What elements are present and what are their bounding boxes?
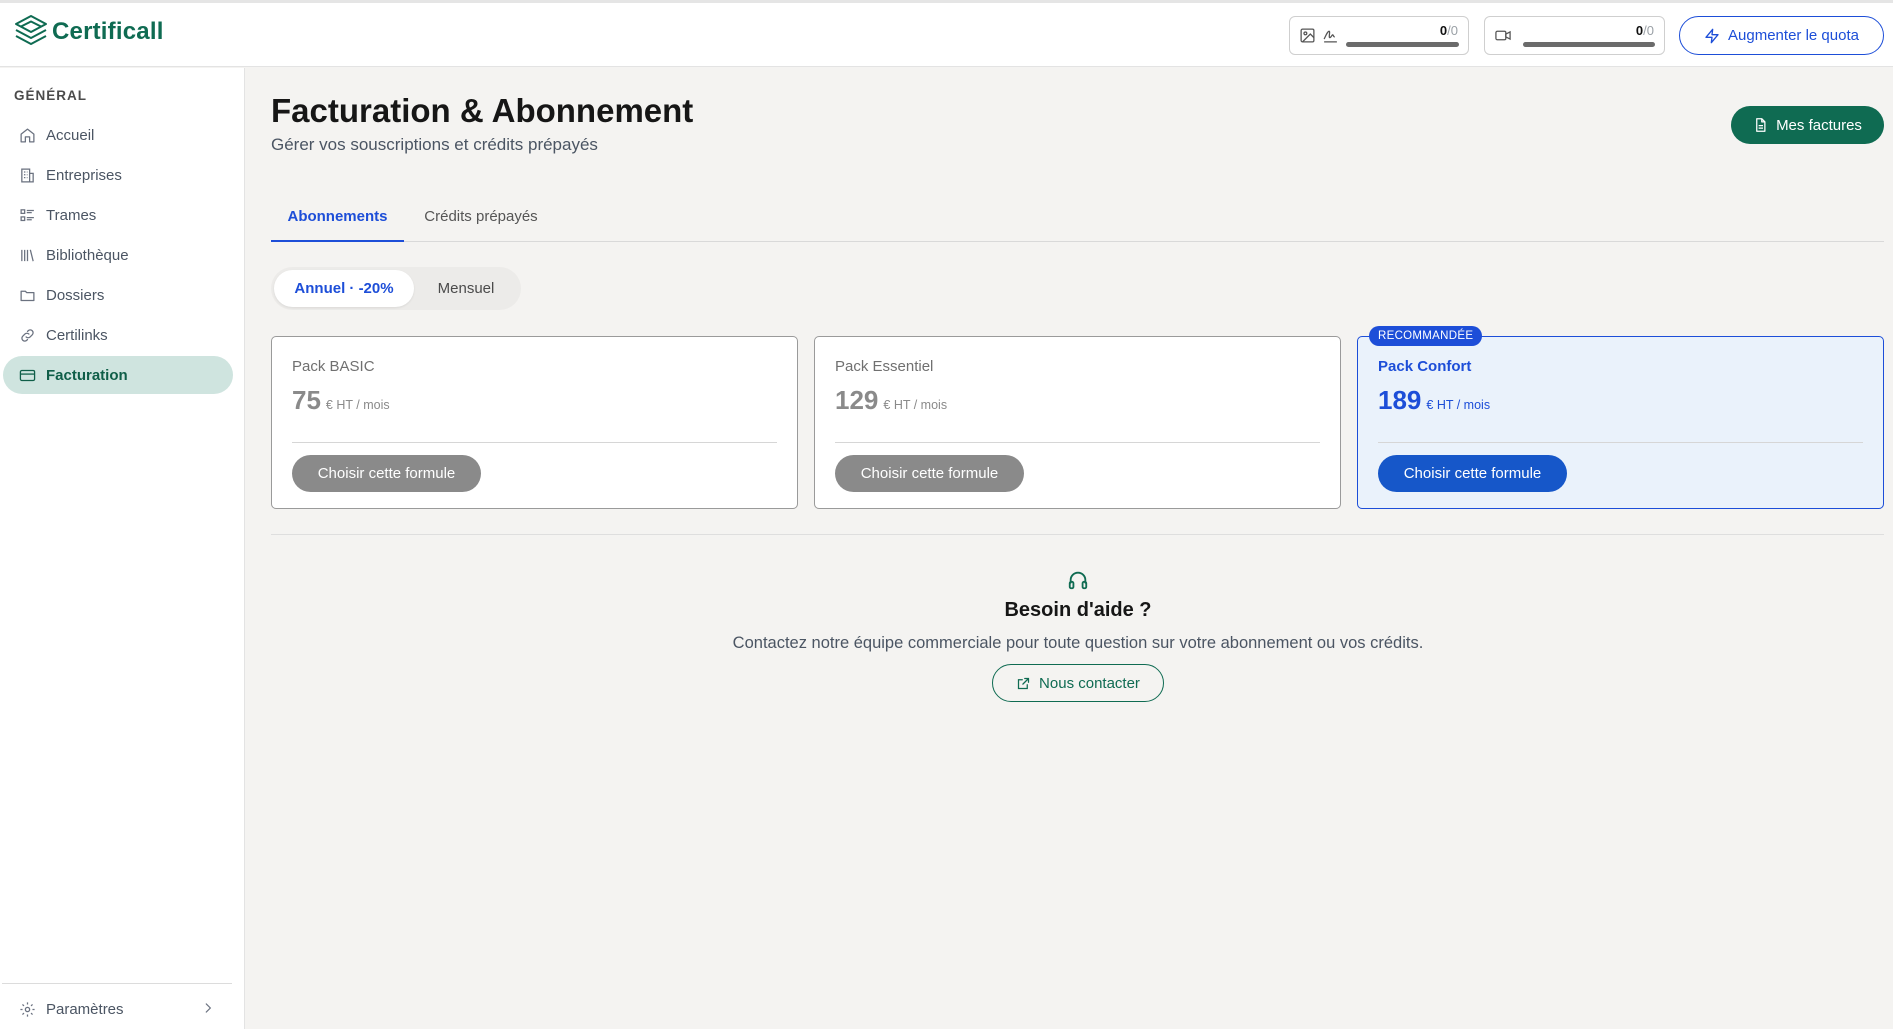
gear-icon [20, 1001, 35, 1017]
choose-plan-button[interactable]: Choisir cette formule [835, 455, 1024, 492]
plan-name: Pack BASIC [292, 358, 375, 375]
tab-abonnements[interactable]: Abonnements [271, 205, 404, 242]
certificall-logo-icon [15, 15, 47, 45]
sidebar-item-certilinks[interactable]: Certilinks [3, 316, 233, 354]
increase-quota-button[interactable]: Augmenter le quota [1679, 16, 1884, 55]
sidebar-item-label: Certilinks [46, 326, 108, 344]
my-invoices-label: Mes factures [1776, 116, 1862, 134]
home-icon [20, 127, 35, 143]
sidebar-section-label: GÉNÉRAL [14, 88, 88, 103]
external-link-icon [1017, 677, 1030, 689]
sidebar-item-dossiers[interactable]: Dossiers [3, 276, 233, 314]
credit-card-icon [19, 369, 36, 381]
document-icon [1756, 118, 1766, 132]
plan-price-unit: € HT / mois [883, 398, 948, 412]
list-icon [20, 208, 34, 221]
billing-period-toggle: Annuel · -20% Mensuel [271, 267, 521, 310]
contact-us-label: Nous contacter [1039, 674, 1140, 692]
image-icon [1300, 28, 1315, 43]
choose-plan-button[interactable]: Choisir cette formule [1378, 455, 1567, 492]
plan-price-unit: € HT / mois [325, 398, 390, 412]
contact-us-button[interactable]: Nous contacter [992, 664, 1164, 702]
toggle-monthly[interactable]: Mensuel [416, 270, 516, 307]
video-quota-value: 0/0 [1635, 23, 1654, 38]
signature-icon [1323, 30, 1337, 43]
sidebar-item-label: Bibliothèque [46, 246, 129, 264]
video-quota: 0/0 [1484, 16, 1665, 55]
plan-divider [1378, 442, 1863, 443]
increase-quota-label: Augmenter le quota [1728, 27, 1859, 44]
sidebar-item-label: Trames [46, 206, 97, 224]
sidebar-item-label: Entreprises [46, 166, 122, 184]
plan-price: 129 € HT / mois [835, 385, 947, 416]
page-subtitle: Gérer vos souscriptions et crédits prépa… [271, 135, 598, 154]
sidebar-divider [2, 983, 232, 984]
choose-plan-button[interactable]: Choisir cette formule [292, 455, 481, 492]
logo[interactable]: Certificall [14, 14, 164, 50]
help-text: Contactez notre équipe commerciale pour … [732, 634, 1424, 652]
plan-divider [292, 442, 777, 443]
plan-price: 189 € HT / mois [1378, 385, 1490, 416]
plan-price-unit: € HT / mois [1426, 398, 1491, 412]
plan-price-amount: 129 [835, 385, 879, 415]
sidebar-item-trames[interactable]: Trames [3, 196, 233, 234]
section-divider [271, 534, 1884, 535]
sidebar-item-parametres[interactable]: Paramètres [3, 990, 233, 1028]
plan-divider [835, 442, 1320, 443]
page-title: Facturation & Abonnement [271, 92, 694, 129]
app-name: Certificall [52, 18, 164, 45]
sidebar-item-bibliotheque[interactable]: Bibliothèque [3, 236, 233, 274]
building-icon [21, 167, 34, 183]
plan-name: Pack Essentiel [835, 358, 934, 375]
plan-card-confort: RECOMMANDÉE Pack Confort 189 € HT / mois… [1357, 326, 1884, 509]
headset-icon [1068, 571, 1088, 590]
sidebar-item-accueil[interactable]: Accueil [3, 116, 233, 154]
folder-icon [20, 290, 35, 301]
sidebar-item-facturation[interactable]: Facturation [3, 356, 233, 394]
tab-credits-prepayes[interactable]: Crédits prépayés [405, 205, 557, 242]
library-icon [21, 249, 34, 261]
sidebar-item-label: Dossiers [46, 286, 105, 304]
image-signature-quota: 0/0 [1289, 16, 1469, 55]
top-header: Certificall 0/0 0/0 Augmenter le quota [0, 3, 1893, 67]
image-quota-value: 0/0 [1439, 23, 1458, 38]
plan-card-essentiel: Pack Essentiel 129 € HT / mois Choisir c… [814, 336, 1341, 509]
chevron-right-icon [205, 1003, 212, 1013]
sidebar-item-entreprises[interactable]: Entreprises [3, 156, 233, 194]
recommended-badge: RECOMMANDÉE [1369, 326, 1483, 346]
image-quota-bar [1346, 42, 1459, 47]
sidebar: GÉNÉRAL Accueil Entreprises Trames Bibli… [0, 68, 245, 1029]
sidebar-item-label: Facturation [46, 366, 128, 384]
link-icon [21, 328, 34, 342]
sidebar-item-label: Paramètres [46, 1000, 124, 1018]
help-title: Besoin d'aide ? [1004, 599, 1152, 621]
toggle-annual[interactable]: Annuel · -20% [274, 270, 414, 307]
my-invoices-button[interactable]: Mes factures [1731, 106, 1884, 144]
lightning-icon [1705, 28, 1719, 43]
plan-card-basic: Pack BASIC 75 € HT / mois Choisir cette … [271, 336, 798, 509]
video-quota-bar [1523, 42, 1655, 47]
plan-price: 75 € HT / mois [292, 385, 390, 416]
video-icon [1495, 30, 1511, 41]
plan-price-amount: 189 [1378, 385, 1422, 415]
sidebar-item-label: Accueil [46, 126, 95, 144]
plan-price-amount: 75 [292, 385, 321, 415]
billing-tabs: Abonnements Crédits prépayés [271, 205, 1884, 242]
plan-name: Pack Confort [1378, 358, 1472, 375]
